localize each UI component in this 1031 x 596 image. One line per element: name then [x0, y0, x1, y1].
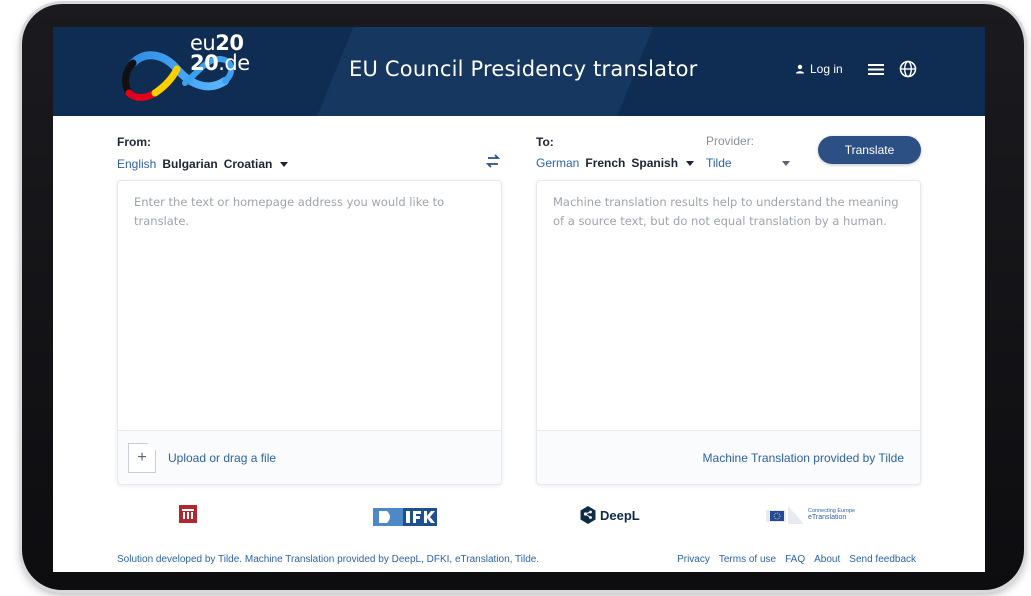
- login-label: Log in: [810, 62, 843, 76]
- swap-languages-icon[interactable]: [485, 154, 501, 168]
- provider-selected-value: Tilde: [706, 156, 732, 170]
- translator-main: From: To: Provider: English Bulgarian Cr…: [53, 116, 985, 572]
- target-panel: Machine translation results help to unde…: [536, 180, 921, 485]
- target-language-french[interactable]: French: [585, 156, 625, 170]
- target-panel-footer: Machine Translation provided by Tilde: [537, 430, 920, 484]
- app-screen: eu20 20.de EU Council Presidency transla…: [53, 27, 985, 572]
- etranslation-text: Connecting Europe eTranslation: [808, 508, 856, 522]
- target-language-german[interactable]: German: [536, 156, 579, 170]
- user-icon: [796, 64, 804, 74]
- footer-credit: Solution developed by Tilde. Machine Tra…: [117, 554, 540, 565]
- source-panel-footer: + Upload or drag a file: [118, 430, 501, 484]
- target-language-selector: German French Spanish: [536, 156, 695, 170]
- eu2020-logo-text: eu20 20.de: [190, 31, 250, 75]
- source-language-bulgarian[interactable]: Bulgarian: [162, 157, 217, 171]
- footer-link-feedback[interactable]: Send feedback: [849, 554, 916, 565]
- upload-file-button[interactable]: + Upload or drag a file: [128, 443, 276, 473]
- etranslation-logo[interactable]: Connecting Europe eTranslation: [766, 506, 855, 524]
- hamburger-menu-icon[interactable]: [868, 62, 884, 76]
- page-title: EU Council Presidency translator: [349, 57, 698, 81]
- source-text-input[interactable]: [134, 193, 484, 413]
- deepl-label: DeepL: [600, 507, 640, 523]
- translation-output[interactable]: Machine translation results help to unde…: [553, 193, 903, 413]
- dfki-logo-icon[interactable]: [373, 507, 437, 527]
- source-language-selector: English Bulgarian Croatian: [117, 157, 289, 171]
- footer-link-faq[interactable]: FAQ: [785, 554, 805, 565]
- translate-button[interactable]: Translate: [818, 136, 921, 164]
- footer-links: Privacy Terms of use FAQ About Send feed…: [677, 554, 916, 565]
- target-label: To:: [536, 135, 554, 149]
- upload-label: Upload or drag a file: [168, 451, 277, 465]
- deepl-logo[interactable]: DeepL: [580, 506, 640, 524]
- provider-label: Provider:: [706, 134, 755, 148]
- header-bar: eu20 20.de EU Council Presidency transla…: [53, 27, 985, 116]
- source-label: From:: [117, 135, 151, 149]
- deepl-icon: [580, 506, 596, 524]
- footer-link-privacy[interactable]: Privacy: [677, 554, 710, 565]
- source-language-croatian[interactable]: Croatian: [224, 157, 273, 171]
- mt-credit-link[interactable]: Machine Translation provided by Tilde: [703, 451, 904, 465]
- target-language-dropdown-icon[interactable]: [686, 160, 695, 166]
- globe-icon[interactable]: [899, 60, 917, 78]
- footer-link-terms[interactable]: Terms of use: [719, 554, 776, 565]
- add-file-icon: +: [128, 443, 156, 473]
- source-language-dropdown-icon[interactable]: [280, 161, 289, 167]
- chevron-down-icon: [782, 160, 790, 166]
- footer-link-about[interactable]: About: [814, 554, 840, 565]
- login-button[interactable]: Log in: [795, 62, 843, 76]
- tilde-logo-icon[interactable]: [179, 505, 197, 523]
- provider-select[interactable]: Tilde: [706, 156, 790, 170]
- source-language-english[interactable]: English: [117, 157, 156, 171]
- target-language-spanish[interactable]: Spanish: [631, 156, 678, 170]
- source-panel: + Upload or drag a file: [117, 180, 502, 485]
- eu-flag-icon: [766, 506, 804, 524]
